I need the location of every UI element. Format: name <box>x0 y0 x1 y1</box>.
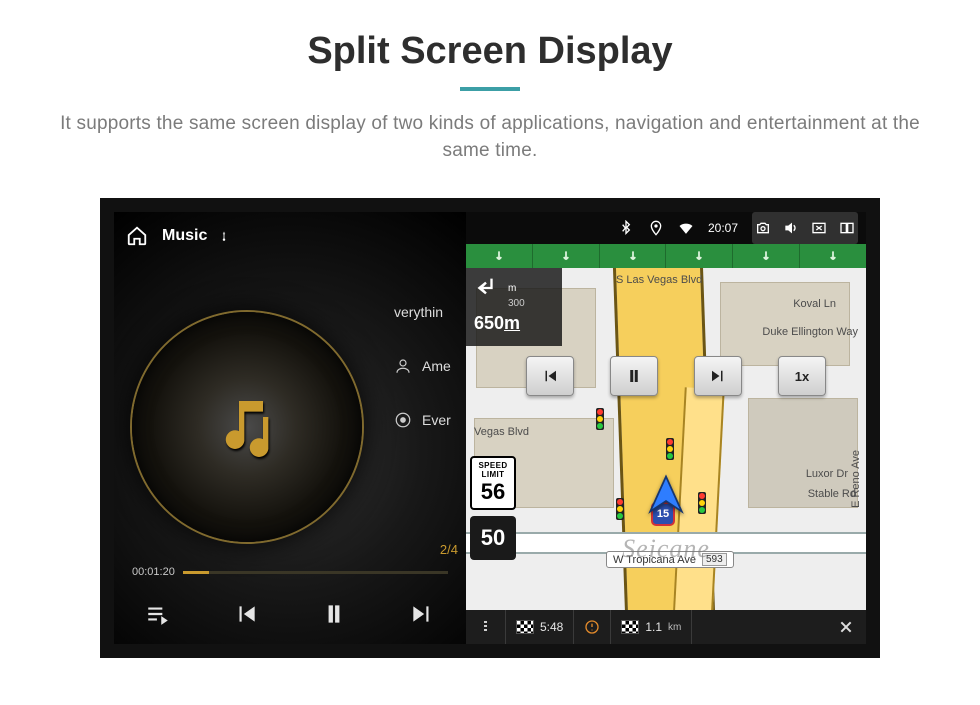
checkered-flag-icon <box>621 620 639 634</box>
waypoint-warning-icon <box>584 619 600 635</box>
pause-button[interactable] <box>317 597 351 631</box>
traffic-light-icon <box>698 492 706 514</box>
track-counter: 2/4 <box>440 542 458 557</box>
music-topbar: Music <box>114 212 466 254</box>
track-row-album[interactable]: Ever <box>394 408 451 432</box>
nav-close-button[interactable] <box>826 610 866 644</box>
street-label: S Las Vegas Blvd <box>616 274 702 286</box>
nav-menu-button[interactable] <box>466 610 506 644</box>
map-block <box>720 282 850 366</box>
street-label: Luxor Dr <box>806 468 848 480</box>
bluetooth-icon <box>618 220 634 236</box>
album-art <box>132 312 362 542</box>
map-canvas[interactable]: S Las Vegas Blvd Koval Ln Duke Ellington… <box>466 268 866 610</box>
checkered-flag-icon <box>516 620 534 634</box>
track-list: verythin Ame Ever <box>394 300 451 432</box>
music-panel: Music verythin Ame Ever 2/4 <box>114 212 466 644</box>
turn-total-dist-unit: m <box>504 313 520 333</box>
lane-4 <box>666 244 733 268</box>
nav-eta-value: 5:48 <box>540 620 563 634</box>
android-statusbar: 20:07 <box>466 212 866 244</box>
demo-controls: 1x <box>526 356 826 396</box>
prev-button[interactable] <box>229 597 263 631</box>
home-icon[interactable] <box>124 225 150 247</box>
current-speed: 50 <box>470 516 516 560</box>
current-street-pill: W Tropicana Ave 593 <box>606 551 734 568</box>
camera-icon[interactable] <box>755 220 771 236</box>
street-house-number: 593 <box>702 553 727 566</box>
progress-bar[interactable] <box>183 571 448 574</box>
music-note-icon <box>215 393 279 462</box>
lane-1 <box>466 244 533 268</box>
turn-next-dist: 300 <box>508 298 525 309</box>
turn-total-dist: 650 <box>474 313 504 333</box>
track-album-text: Ever <box>422 412 451 428</box>
close-window-icon[interactable] <box>811 220 827 236</box>
speed-limit-label: LIMIT <box>482 470 505 479</box>
demo-next-button[interactable] <box>694 356 742 396</box>
lane-5 <box>733 244 800 268</box>
status-actions <box>752 212 858 244</box>
lane-3 <box>600 244 667 268</box>
track-row-title[interactable]: verythin <box>394 300 451 324</box>
demo-prev-button[interactable] <box>526 356 574 396</box>
device-frame: Music verythin Ame Ever 2/4 <box>100 198 880 658</box>
turn-next-dist-unit: m <box>508 283 516 294</box>
lane-2 <box>533 244 600 268</box>
volume-icon[interactable] <box>783 220 799 236</box>
turn-instruction: m 300 650m <box>466 268 562 346</box>
elapsed-time: 00:01:20 <box>132 566 175 578</box>
nav-waypoint[interactable] <box>574 610 611 644</box>
status-time: 20:07 <box>708 221 738 235</box>
speed-limit-sign: SPEED LIMIT 56 <box>470 456 516 510</box>
nav-distance[interactable]: 1.1 km <box>611 610 692 644</box>
next-button[interactable] <box>405 597 439 631</box>
street-label: Vegas Blvd <box>474 426 529 438</box>
traffic-light-icon <box>596 408 604 430</box>
street-label: Duke Ellington Way <box>762 326 858 338</box>
speed-limit-value: 56 <box>481 479 505 505</box>
music-controls <box>114 592 466 636</box>
music-title: Music <box>162 227 207 245</box>
lane-guidance-bar <box>466 244 866 268</box>
playlist-button[interactable] <box>141 597 175 631</box>
speed-limit-label: SPEED <box>478 461 507 470</box>
turn-left-icon <box>474 274 502 302</box>
current-street-name: W Tropicana Ave <box>613 554 696 566</box>
lane-6 <box>800 244 866 268</box>
nav-distance-value: 1.1 <box>645 620 662 634</box>
traffic-light-icon <box>616 498 624 520</box>
split-screen-icon[interactable] <box>839 220 855 236</box>
street-label: Stable Rd <box>808 488 856 500</box>
page-subtitle: It supports the same screen display of t… <box>50 111 930 164</box>
music-progress[interactable]: 00:01:20 <box>132 566 448 578</box>
navigation-panel: 20:07 S Las Vegas Blvd K <box>466 212 866 644</box>
nav-distance-unit: km <box>668 622 681 633</box>
nav-bottom-bar: 5:48 1.1 km <box>466 610 866 644</box>
vehicle-cursor-icon <box>645 473 687 520</box>
location-icon <box>648 220 664 236</box>
demo-pause-button[interactable] <box>610 356 658 396</box>
wifi-icon <box>678 220 694 236</box>
demo-speed-button[interactable]: 1x <box>778 356 826 396</box>
nav-eta[interactable]: 5:48 <box>506 610 574 644</box>
track-title-text: verythin <box>394 304 443 320</box>
track-artist-text: Ame <box>422 358 451 374</box>
usb-icon <box>219 227 229 245</box>
disc-icon <box>394 411 412 429</box>
title-underline <box>460 87 520 91</box>
street-label: Koval Ln <box>793 298 836 310</box>
traffic-light-icon <box>666 438 674 460</box>
page-title: Split Screen Display <box>307 30 672 73</box>
street-label: E Reno Ave <box>850 450 862 508</box>
track-row-artist[interactable]: Ame <box>394 354 451 378</box>
person-icon <box>394 357 412 375</box>
